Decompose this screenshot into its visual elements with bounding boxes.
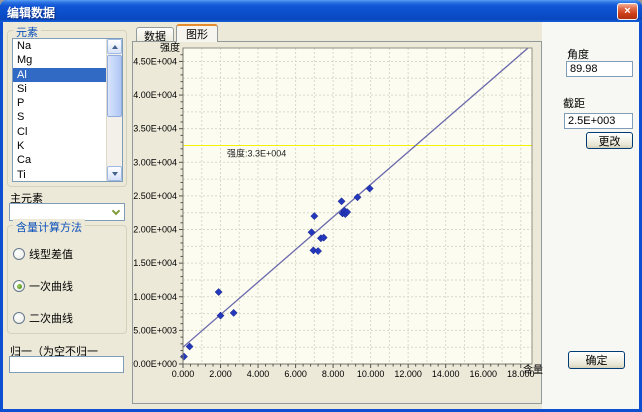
- titlebar[interactable]: 编辑数据 ×: [0, 0, 642, 22]
- list-item-cl[interactable]: Cl: [13, 125, 106, 139]
- y-tick-label: 3.00E+004: [133, 157, 177, 167]
- tab-graph[interactable]: 图形: [176, 24, 218, 42]
- elements-list: NaMgAlSiPSClKCaTi: [13, 39, 106, 181]
- scroll-up-button[interactable]: [107, 39, 122, 54]
- method-group-title: 含量计算方法: [13, 219, 85, 235]
- normalize-input[interactable]: [9, 356, 124, 373]
- x-tick-label: 2.000: [209, 369, 232, 379]
- window-title: 编辑数据: [7, 4, 55, 21]
- tab-graph-label: 图形: [186, 29, 208, 41]
- y-tick-label: 4.00E+004: [133, 90, 177, 100]
- edit-data-dialog: 编辑数据 × 元素 NaMgAlSiPSClKCaTi 主元素 含量计算方法 线…: [0, 0, 642, 412]
- angle-input[interactable]: [566, 61, 633, 77]
- x-tick-label: 16.000: [469, 369, 497, 379]
- ok-button[interactable]: 确定: [568, 351, 625, 369]
- list-item-mg[interactable]: Mg: [13, 53, 106, 67]
- radio-option-0[interactable]: 线型差值: [13, 247, 73, 261]
- up-arrow-icon: [112, 45, 118, 49]
- radio-button-icon[interactable]: [13, 280, 25, 292]
- list-item-k[interactable]: K: [13, 139, 106, 153]
- combobox-value: [13, 206, 106, 220]
- down-arrow-icon: [112, 172, 118, 176]
- list-item-s[interactable]: S: [13, 110, 106, 124]
- list-item-ca[interactable]: Ca: [13, 153, 106, 167]
- radio-label: 线型差值: [29, 246, 73, 262]
- scroll-down-button[interactable]: [107, 166, 122, 181]
- y-tick-label: 3.50E+004: [133, 124, 177, 134]
- ok-button-label: 确定: [586, 352, 608, 368]
- list-item-al[interactable]: Al: [13, 68, 106, 82]
- y-tick-label: 0.00E+000: [133, 359, 177, 369]
- list-item-na[interactable]: Na: [13, 39, 106, 53]
- y-tick-label: 1.00E+004: [133, 292, 177, 302]
- x-tick-label: 10.000: [357, 369, 385, 379]
- close-icon: ×: [624, 5, 630, 17]
- x-tick-label: 8.000: [322, 369, 345, 379]
- x-tick-label: 12.000: [394, 369, 422, 379]
- close-button[interactable]: ×: [617, 3, 638, 20]
- graph-tab-page: 强度:3.3E+004 0.000 2.000 4.000 6.000 8.000 10.0…: [132, 41, 542, 404]
- scroll-thumb[interactable]: [107, 55, 122, 117]
- x-axis-title: 含量: [523, 363, 543, 376]
- chevron-down-icon: [112, 206, 120, 214]
- x-tick-label: 14.000: [432, 369, 460, 379]
- radio-button-icon[interactable]: [13, 248, 25, 260]
- y-tick-label: 2.50E+004: [133, 191, 177, 201]
- elements-listbox[interactable]: NaMgAlSiPSClKCaTi: [12, 38, 123, 182]
- x-tick-label: 0.000: [172, 369, 195, 379]
- radio-label: 二次曲线: [29, 310, 73, 326]
- intensity-content-chart: 强度:3.3E+004 0.000 2.000 4.000 6.000 8.000 10.0…: [133, 42, 543, 405]
- list-item-p[interactable]: P: [13, 96, 106, 110]
- y-axis-title: 强度: [160, 42, 180, 54]
- intercept-label: 截距: [563, 95, 585, 111]
- radio-option-1[interactable]: 一次曲线: [13, 279, 73, 293]
- change-button-label: 更改: [599, 133, 621, 149]
- radio-button-icon[interactable]: [13, 312, 25, 324]
- elements-scrollbar[interactable]: [106, 39, 122, 181]
- y-tick-label: 2.00E+004: [133, 225, 177, 235]
- list-item-ti[interactable]: Ti: [13, 168, 106, 182]
- intercept-input[interactable]: [564, 113, 633, 129]
- combobox-dropdown-button[interactable]: [108, 204, 124, 220]
- y-tick-label: 5.00E+003: [133, 325, 177, 335]
- radio-option-2[interactable]: 二次曲线: [13, 311, 73, 325]
- x-tick-label: 4.000: [247, 369, 270, 379]
- radio-label: 一次曲线: [29, 278, 73, 294]
- change-button[interactable]: 更改: [586, 132, 633, 149]
- list-item-si[interactable]: Si: [13, 82, 106, 96]
- tab-data[interactable]: 数据: [136, 27, 174, 42]
- threshold-label: 强度:3.3E+004: [227, 147, 286, 158]
- y-tick-label: 1.50E+004: [133, 258, 177, 268]
- angle-label: 角度: [567, 46, 589, 62]
- y-tick-label: 4.50E+004: [133, 56, 177, 66]
- x-tick-label: 6.000: [284, 369, 307, 379]
